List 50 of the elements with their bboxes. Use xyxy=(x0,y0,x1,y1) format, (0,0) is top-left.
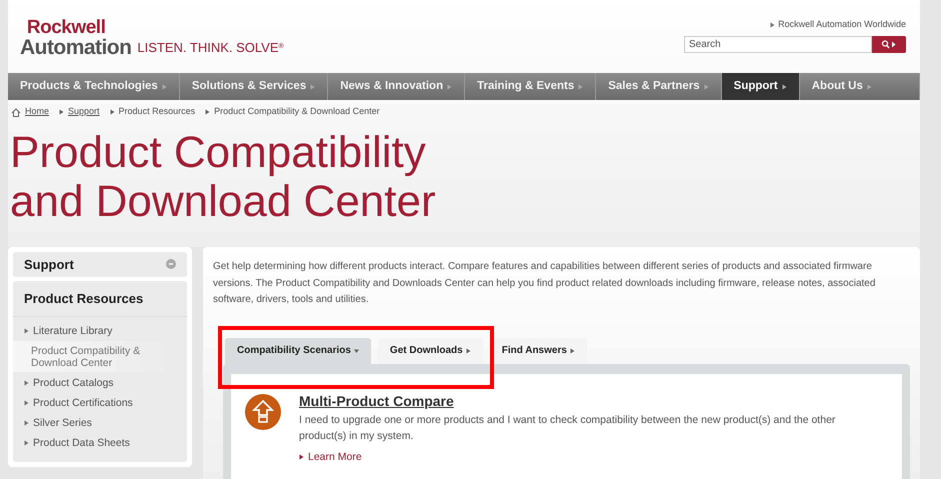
arrow-icon xyxy=(24,440,29,446)
group-title: Product Resources xyxy=(13,280,187,317)
arrow-icon xyxy=(110,109,115,115)
intro-text: Get help determining how different products interact. Compare features and capabilities between different series of products and associated firmware versions. The Product Compatibility and Downloads Center can help you find product related downloads including firmware, release notes, associated software, drivers, tools and utilities. xyxy=(213,260,876,307)
nav-item[interactable]: Training & Events xyxy=(465,73,596,100)
sidebar-item[interactable]: Product Data Sheets xyxy=(13,433,187,452)
arrow-icon xyxy=(447,84,452,90)
arrow-icon xyxy=(578,84,584,90)
breadcrumb-item: Product Compatibility & Download Center xyxy=(214,105,380,118)
arrow-icon xyxy=(782,84,787,90)
breadcrumb-link[interactable]: Home xyxy=(25,105,50,119)
arrow-icon xyxy=(770,22,776,28)
nav-item[interactable]: About Us xyxy=(800,73,920,100)
search-button[interactable] xyxy=(872,36,906,52)
scenario-title-link[interactable]: Multi-Product Compare xyxy=(299,392,454,410)
arrow-icon xyxy=(24,400,29,406)
collapse-icon xyxy=(166,259,176,270)
arrow-icon xyxy=(570,348,575,354)
caret-icon xyxy=(354,348,359,354)
breadcrumb-link[interactable]: Support xyxy=(68,105,100,119)
arrow-icon xyxy=(24,420,29,426)
breadcrumb-item: Product Resources xyxy=(118,105,196,118)
nav-item[interactable]: News & Innovation xyxy=(328,73,466,100)
nav-item[interactable]: Solutions & Services xyxy=(180,73,328,100)
arrow-icon xyxy=(162,84,167,90)
sidebar-item[interactable]: Silver Series xyxy=(13,413,187,432)
home-icon xyxy=(11,108,21,116)
arrow-icon xyxy=(24,380,29,386)
page-title: Product Compatibility and Download Center xyxy=(9,127,437,228)
arrow-icon xyxy=(704,84,709,90)
sidebar-item[interactable]: Product Certifications xyxy=(13,393,187,412)
section-header[interactable]: Support xyxy=(13,252,187,276)
tab[interactable]: Compatibility Scenarios xyxy=(225,338,371,364)
arrow-icon xyxy=(466,348,471,354)
arrow-icon xyxy=(24,328,29,334)
search-field[interactable]: Search xyxy=(684,36,872,52)
sidebar-item[interactable]: Literature Library xyxy=(13,321,187,340)
arrow-icon xyxy=(59,109,64,115)
sidebar-item[interactable]: Product Catalogs xyxy=(13,373,187,392)
arrow-icon xyxy=(205,109,210,115)
arrow-icon xyxy=(299,454,304,460)
worldwide-link[interactable]: Rockwell Automation Worldwide xyxy=(770,18,906,32)
scenario-description: I need to upgrade one or more products and I want to check compatibility between the new product(s) and the other product(s) in my system. xyxy=(299,412,836,444)
search-icon xyxy=(881,40,897,48)
arrow-icon xyxy=(310,84,316,90)
arrow-icon xyxy=(866,84,872,90)
learn-more-link[interactable]: Learn More xyxy=(299,450,902,466)
nav-item[interactable]: Products & Technologies xyxy=(8,73,180,100)
upgrade-icon xyxy=(245,394,281,430)
nav-item[interactable]: Support xyxy=(722,73,800,100)
